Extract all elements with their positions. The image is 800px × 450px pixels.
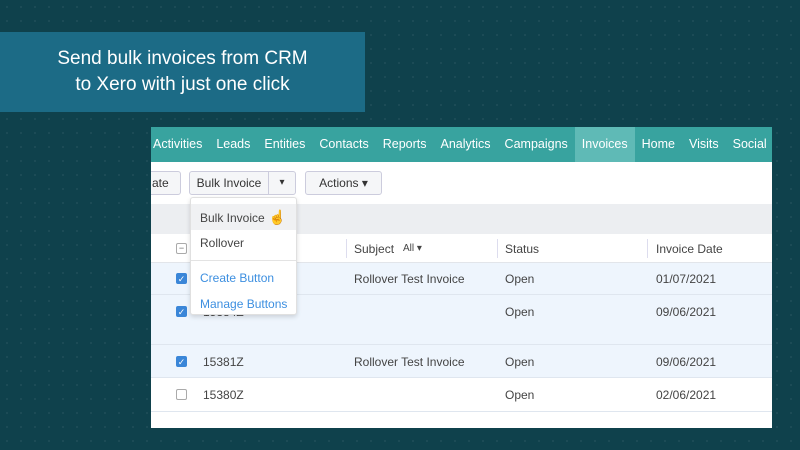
banner-line-2: to Xero with just one click <box>75 74 290 95</box>
row-checkbox[interactable]: ✓ <box>176 273 187 284</box>
select-all-checkbox[interactable]: − <box>176 243 187 254</box>
header-subject[interactable]: Subject <box>354 242 394 256</box>
nav-contacts[interactable]: Contacts <box>312 127 375 162</box>
row-checkbox[interactable] <box>176 389 187 400</box>
invoice-subject: Rollover Test Invoice <box>354 272 465 286</box>
header-status[interactable]: Status <box>505 242 539 256</box>
invoice-date: 09/06/2021 <box>656 355 717 369</box>
nav-home[interactable]: Home <box>635 127 682 162</box>
menu-item-bulk-invoice[interactable]: Bulk Invoice ☝ <box>191 204 296 230</box>
nav-entities[interactable]: Entities <box>257 127 312 162</box>
menu-item-rollover[interactable]: Rollover <box>191 230 296 256</box>
hand-cursor-icon: ☝ <box>268 209 287 225</box>
nav-activities[interactable]: Activities <box>151 127 209 162</box>
invoice-status: Open <box>505 272 535 286</box>
invoice-id: 15381Z <box>203 355 244 369</box>
bulk-invoice-button[interactable]: Bulk Invoice <box>189 171 269 195</box>
nav-visits[interactable]: Visits <box>682 127 726 162</box>
table-row[interactable]: ✓ 15381Z Rollover Test Invoice Open 09/0… <box>151 345 772 378</box>
create-button-partial[interactable]: ate <box>151 171 181 195</box>
header-invoice-date[interactable]: Invoice Date <box>656 242 723 256</box>
nav-reports[interactable]: Reports <box>376 127 434 162</box>
subject-filter[interactable]: All ▾ <box>403 243 422 254</box>
bulk-invoice-dropdown-menu: Bulk Invoice ☝ Rollover Create Button Man… <box>190 197 297 315</box>
invoice-status: Open <box>505 355 535 369</box>
nav-invoices[interactable]: Invoices <box>574 127 635 162</box>
menu-link-create-button[interactable]: Create Button <box>191 265 296 291</box>
nav-analytics[interactable]: Analytics <box>434 127 498 162</box>
actions-button[interactable]: Actions ▾ <box>305 171 382 195</box>
invoice-date: 01/07/2021 <box>656 272 717 286</box>
invoice-date: 09/06/2021 <box>656 305 717 319</box>
invoice-status: Open <box>505 305 535 319</box>
menu-divider <box>191 260 296 261</box>
table-row[interactable]: 15380Z Open 02/06/2021 <box>151 378 772 412</box>
top-nav: Activities Leads Entities Contacts Repor… <box>151 127 772 162</box>
menu-label: Bulk Invoice <box>200 211 265 225</box>
banner-line-1: Send bulk invoices from CRM <box>57 48 308 69</box>
nav-social[interactable]: Social <box>726 127 772 162</box>
row-checkbox[interactable]: ✓ <box>176 306 187 317</box>
menu-link-manage-buttons[interactable]: Manage Buttons <box>191 291 296 317</box>
nav-campaigns[interactable]: Campaigns <box>498 127 575 162</box>
invoice-subject: Rollover Test Invoice <box>354 355 465 369</box>
crm-window: Activities Leads Entities Contacts Repor… <box>151 127 772 428</box>
row-checkbox[interactable]: ✓ <box>176 356 187 367</box>
invoice-status: Open <box>505 388 535 402</box>
nav-leads[interactable]: Leads <box>209 127 257 162</box>
invoice-date: 02/06/2021 <box>656 388 717 402</box>
promo-banner: Send bulk invoices from CRM to Xero with… <box>0 32 365 112</box>
bulk-invoice-dropdown-toggle[interactable]: ▾ <box>268 171 296 195</box>
invoice-id: 15380Z <box>203 388 244 402</box>
